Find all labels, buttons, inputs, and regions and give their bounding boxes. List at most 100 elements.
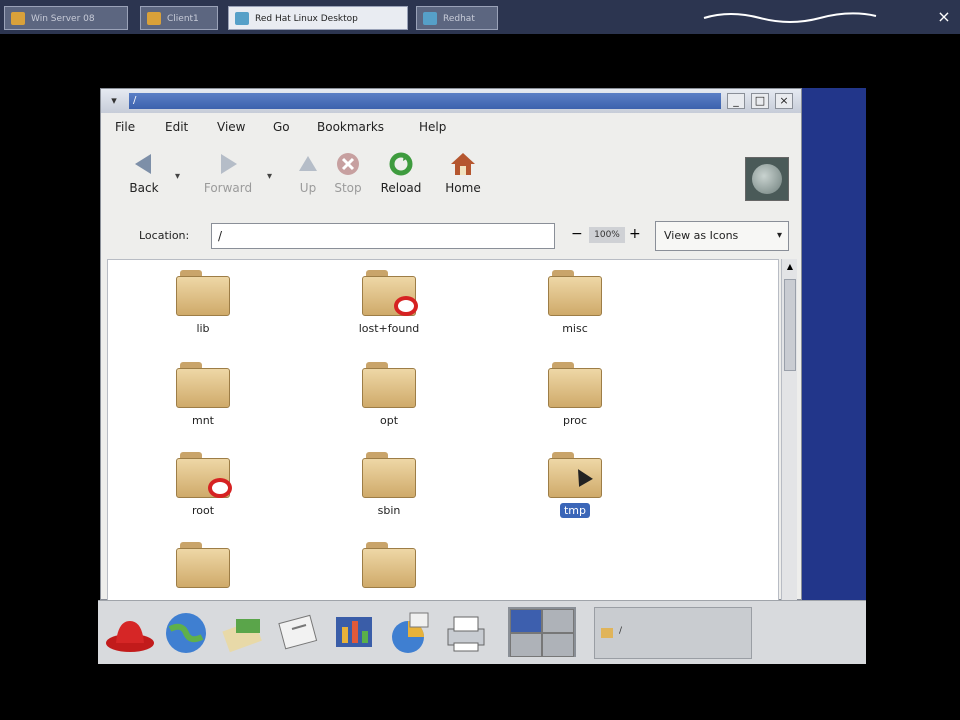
host-tab-bar: Win Server 08 Client1 Red Hat Linux Desk… <box>0 0 960 34</box>
vertical-scrollbar[interactable]: ▲ <box>781 259 797 601</box>
workspace-switcher <box>508 607 576 657</box>
file-item[interactable]: proc <box>520 356 630 440</box>
file-name-label: tmp <box>520 503 630 518</box>
workspace-2[interactable] <box>542 609 574 633</box>
stop-icon <box>337 153 359 175</box>
host-tab-win-server[interactable]: Win Server 08 <box>4 6 128 30</box>
reload-button[interactable]: Reload <box>366 151 436 211</box>
menu-edit[interactable]: Edit <box>165 119 188 135</box>
host-tab-label: Red Hat Linux Desktop <box>255 14 358 24</box>
no-access-emblem-icon <box>208 478 232 498</box>
folder-icon <box>176 542 230 588</box>
location-label: Location: <box>139 229 190 242</box>
forward-history-dropdown: ▾ <box>267 171 273 182</box>
reload-label[interactable]: Reload <box>366 181 436 195</box>
file-manager-window: ▾ / _ □ × File Edit View Go Bookmarks He… <box>100 88 802 601</box>
bottom-panel: / <box>98 600 866 664</box>
folder-icon <box>548 270 602 316</box>
host-close-button[interactable]: × <box>934 7 954 27</box>
home-icon <box>451 153 475 175</box>
web-browser-icon[interactable] <box>160 607 212 659</box>
vm-icon <box>11 12 25 25</box>
folder-icon <box>362 452 416 498</box>
chevron-down-icon: ▾ <box>776 230 782 241</box>
file-item[interactable]: lost+found <box>334 264 444 348</box>
menu-bar: File Edit View Go Bookmarks Help <box>101 115 801 139</box>
scrollbar-thumb[interactable] <box>784 279 796 371</box>
vm-icon <box>235 12 249 25</box>
host-logo <box>700 8 880 26</box>
file-item[interactable]: tmp <box>520 446 630 530</box>
folder-icon <box>548 362 602 408</box>
menu-go[interactable]: Go <box>273 119 290 135</box>
file-name-label: lib <box>196 322 210 335</box>
reload-icon <box>389 152 413 176</box>
menu-file[interactable]: File <box>115 119 135 135</box>
minimize-button[interactable]: _ <box>727 93 745 109</box>
zoom-out-button[interactable]: − <box>571 225 585 243</box>
back-arrow-icon <box>135 154 151 174</box>
maximize-button[interactable]: □ <box>751 93 769 109</box>
file-view: lib lost+found misc mnt opt proc root sbin tmp <box>107 259 779 601</box>
no-access-emblem-icon <box>394 296 418 316</box>
file-item[interactable]: sbin <box>334 446 444 530</box>
desktop-background <box>800 88 866 600</box>
view-mode-value: View as Icons <box>664 229 739 242</box>
host-tab-label: Client1 <box>167 14 199 24</box>
file-item[interactable] <box>334 536 444 600</box>
window-titlebar[interactable]: ▾ / _ □ × <box>101 89 801 113</box>
menu-bookmarks[interactable]: Bookmarks <box>317 119 384 135</box>
location-input[interactable]: / <box>211 223 555 249</box>
folder-icon <box>176 362 230 408</box>
redhat-menu-icon[interactable] <box>104 607 156 659</box>
forward-label: Forward <box>203 181 253 195</box>
print-manager-icon[interactable] <box>440 607 492 659</box>
file-name-label: root <box>191 504 215 517</box>
back-label: Back <box>129 181 159 195</box>
view-mode-select[interactable]: View as Icons ▾ <box>655 221 789 251</box>
file-item[interactable] <box>148 536 258 600</box>
presentation-icon[interactable] <box>328 607 380 659</box>
host-tab-redhat[interactable]: Redhat <box>416 6 498 30</box>
menu-view[interactable]: View <box>217 119 245 135</box>
host-tab-label: Redhat <box>443 14 475 24</box>
throbber-icon <box>752 164 782 194</box>
task-list[interactable]: / <box>594 607 752 659</box>
back-history-dropdown[interactable]: ▾ <box>175 171 180 182</box>
vm-icon <box>147 12 161 25</box>
file-item[interactable]: misc <box>520 264 630 348</box>
folder-icon <box>362 542 416 588</box>
toolbar: Back ▾ Forward ▾ Up Stop Reload Home <box>101 141 801 217</box>
zoom-in-button[interactable]: + <box>629 225 643 243</box>
workspace-4[interactable] <box>542 633 574 657</box>
scroll-up-arrow[interactable]: ▲ <box>782 259 798 275</box>
folder-icon <box>362 362 416 408</box>
file-item[interactable]: root <box>148 446 258 530</box>
window-menu-button[interactable]: ▾ <box>105 93 123 109</box>
file-item[interactable]: opt <box>334 356 444 440</box>
task-list-item[interactable]: / <box>619 626 622 636</box>
menu-help[interactable]: Help <box>419 119 446 135</box>
workspace-1[interactable] <box>510 609 542 633</box>
back-button[interactable]: Back <box>109 151 179 211</box>
activity-throbber <box>745 157 789 201</box>
file-name-label: proc <box>562 414 588 427</box>
forward-button: Forward <box>193 151 263 211</box>
folder-icon <box>176 270 230 316</box>
workspace-3[interactable] <box>510 633 542 657</box>
forward-arrow-icon <box>221 154 237 174</box>
file-item[interactable]: mnt <box>148 356 258 440</box>
file-item[interactable]: lib <box>148 264 258 348</box>
file-name-label: lost+found <box>358 322 420 335</box>
zoom-level[interactable]: 100% <box>589 227 625 243</box>
host-tab-client1[interactable]: Client1 <box>140 6 218 30</box>
close-button[interactable]: × <box>775 93 793 109</box>
spreadsheet-icon[interactable] <box>384 607 436 659</box>
home-label[interactable]: Home <box>428 181 498 195</box>
host-tab-redhat-desktop[interactable]: Red Hat Linux Desktop <box>228 6 408 30</box>
email-icon[interactable] <box>216 607 268 659</box>
home-button[interactable]: Home <box>428 151 498 211</box>
vm-icon <box>423 12 437 25</box>
file-name-label: sbin <box>377 504 401 517</box>
writer-icon[interactable] <box>272 607 324 659</box>
